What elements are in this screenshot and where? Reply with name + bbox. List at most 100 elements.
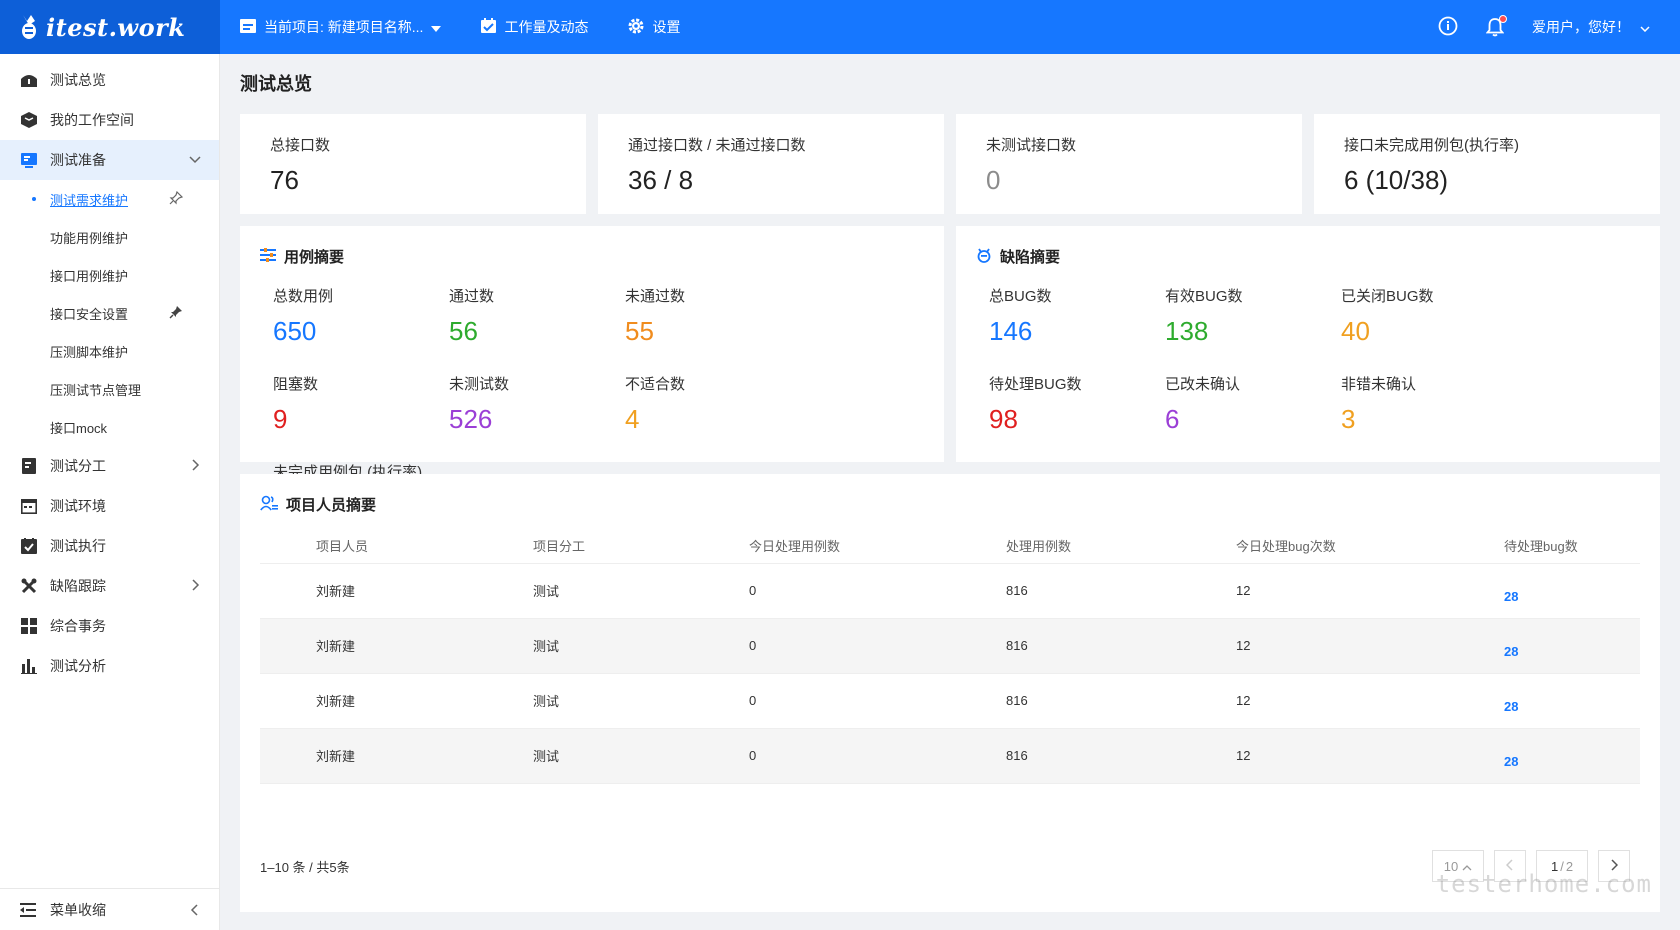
bug-summary-panel: 缺陷摘要 总BUG数 146 有效BUG数 138 已关闭BUG数 40 待处理BUG数 98… bbox=[956, 226, 1660, 462]
collapse-menu-label: 菜单收缩 bbox=[50, 901, 106, 918]
sidebar-item-execution[interactable]: 测试执行 bbox=[0, 526, 219, 566]
chevron-left-icon bbox=[189, 903, 201, 919]
sidebar-item-affairs[interactable]: 综合事务 bbox=[0, 606, 219, 646]
page-size-select[interactable]: 10 bbox=[1432, 850, 1484, 882]
page-size-value: 10 bbox=[1443, 858, 1459, 874]
next-page-button[interactable] bbox=[1598, 850, 1630, 882]
people-table: 项目人员 项目分工 今日处理用例数 处理用例数 今日处理bug次数 待处理bug… bbox=[260, 529, 1640, 784]
metric-value: 9 bbox=[273, 404, 288, 434]
table-cell: 测试 bbox=[533, 728, 749, 784]
sidebar-item-environment[interactable]: 测试环境 bbox=[0, 486, 219, 526]
table-row[interactable]: 刘新建 测试 0 816 12 28 bbox=[260, 563, 1640, 619]
sidebar-subitem-load-nodes[interactable]: 压测试节点管理 bbox=[0, 370, 219, 408]
sliders-icon bbox=[260, 247, 276, 266]
sidebar-subitem-api-security[interactable]: 接口安全设置 bbox=[0, 294, 219, 332]
column-header[interactable]: 项目人员 bbox=[260, 529, 533, 564]
table-cell: 12 bbox=[1236, 618, 1504, 674]
table-cell: 0 bbox=[749, 673, 1006, 729]
sidebar-item-defects[interactable]: 缺陷跟踪 bbox=[0, 566, 219, 606]
sidebar-subitem-api-cases[interactable]: 接口用例维护 bbox=[0, 256, 219, 294]
metric-label: 不适合数 bbox=[625, 376, 686, 393]
metric-value: 4 bbox=[625, 404, 640, 434]
user-menu[interactable]: 爱用户，您好！ bbox=[1532, 17, 1650, 37]
sidebar-item-test-prep[interactable]: 测试准备 bbox=[0, 140, 219, 180]
pending-bug-link[interactable]: 28 bbox=[1504, 673, 1640, 729]
notification-bell-icon[interactable] bbox=[1486, 15, 1507, 37]
metric-item: 通过数 56 bbox=[449, 285, 625, 373]
metric-label: 待处理BUG数 bbox=[989, 376, 1082, 393]
pending-bug-link[interactable]: 28 bbox=[1504, 728, 1640, 784]
table-row[interactable]: 刘新建 测试 0 816 12 28 bbox=[260, 618, 1640, 674]
pin-outline-icon[interactable] bbox=[169, 190, 184, 208]
metric-label: 已关闭BUG数 bbox=[1341, 288, 1434, 305]
metric-label: 总数用例 bbox=[273, 288, 334, 305]
metric-label: 未测试数 bbox=[449, 376, 510, 393]
sidebar-subitem-label: 压测试节点管理 bbox=[50, 382, 142, 398]
pending-bug-link[interactable]: 28 bbox=[1504, 563, 1640, 619]
metric-label: 阻塞数 bbox=[273, 376, 319, 393]
column-header[interactable]: 今日处理bug次数 bbox=[1236, 529, 1504, 564]
bug-icon bbox=[976, 247, 992, 267]
table-cell: 0 bbox=[749, 563, 1006, 619]
table-cell: 测试 bbox=[533, 673, 749, 729]
metric-item: 未测试数 526 bbox=[449, 373, 625, 461]
settings-nav[interactable]: 设置 bbox=[628, 17, 680, 37]
table-cell: 0 bbox=[749, 728, 1006, 784]
sidebar-item-label: 测试分析 bbox=[50, 658, 106, 674]
metric-value-wrap: 55 bbox=[625, 316, 801, 347]
table-cell: 816 bbox=[1006, 728, 1236, 784]
metric-label: 通过数 bbox=[449, 288, 495, 305]
calendar-check-icon bbox=[481, 18, 497, 36]
table-cell: 刘新建 bbox=[260, 673, 533, 729]
table-cell: 刘新建 bbox=[260, 563, 533, 619]
people-summary-panel: 项目人员摘要 项目人员 项目分工 今日处理用例数 处理用例数 今日处理bug次数… bbox=[240, 474, 1660, 912]
pin-filled-icon[interactable] bbox=[169, 305, 183, 322]
metric-value-wrap: 650 bbox=[273, 316, 449, 347]
sidebar-subitem-api-mock[interactable]: 接口mock bbox=[0, 408, 219, 446]
column-header[interactable]: 今日处理用例数 bbox=[749, 529, 1006, 564]
column-header[interactable]: 项目分工 bbox=[533, 529, 749, 564]
sidebar-subitem-functional-cases[interactable]: 功能用例维护 bbox=[0, 218, 219, 256]
sidebar-item-overview[interactable]: 测试总览 bbox=[0, 60, 219, 100]
sidebar-item-analysis[interactable]: 测试分析 bbox=[0, 646, 219, 686]
sidebar-item-workspace[interactable]: 我的工作空间 bbox=[0, 100, 219, 140]
brand-logo[interactable]: itest.work bbox=[0, 0, 220, 54]
help-icon[interactable] bbox=[1438, 16, 1458, 39]
sidebar-subitem-load-scripts[interactable]: 压测脚本维护 bbox=[0, 332, 219, 370]
prev-page-button[interactable] bbox=[1494, 850, 1526, 882]
stat-card-incomplete-packages: 接口未完成用例包(执行率) 6 (10/38) bbox=[1314, 114, 1660, 214]
metric-item: 不适合数 4 bbox=[625, 373, 801, 461]
sidebar-item-division[interactable]: 测试分工 bbox=[0, 446, 219, 486]
metric-value-wrap: 40 bbox=[1341, 316, 1517, 347]
users-icon bbox=[260, 495, 278, 515]
column-header[interactable]: 处理用例数 bbox=[1006, 529, 1236, 564]
collapse-menu-button[interactable]: 菜单收缩 bbox=[0, 888, 219, 930]
current-project-label: 当前项目: 新建项目名称... bbox=[264, 19, 424, 35]
settings-label: 设置 bbox=[652, 19, 681, 35]
pending-bug-link[interactable]: 28 bbox=[1504, 618, 1640, 674]
table-row[interactable]: 刘新建 测试 0 816 12 28 bbox=[260, 728, 1640, 784]
sidebar-item-label: 综合事务 bbox=[50, 618, 106, 634]
metric-value: 526 bbox=[449, 404, 493, 434]
metric-value: 138 bbox=[1165, 316, 1209, 346]
table-cell: 刘新建 bbox=[260, 618, 533, 674]
workload-nav[interactable]: 工作量及动态 bbox=[481, 17, 588, 37]
column-header[interactable]: 待处理bug数 bbox=[1504, 529, 1640, 564]
current-project-dropdown[interactable]: 当前项目: 新建项目名称... bbox=[240, 17, 442, 37]
current-page: 1 bbox=[1550, 858, 1559, 874]
stat-cards: 总接口数 76 通过接口数 / 未通过接口数 36 / 8 未测试接口数 0 接… bbox=[240, 114, 1660, 214]
table-cell: 测试 bbox=[533, 563, 749, 619]
sidebar-item-label: 缺陷跟踪 bbox=[50, 578, 106, 594]
tools-icon bbox=[20, 577, 38, 595]
sidebar-item-label: 测试总览 bbox=[50, 72, 106, 88]
dashboard-icon bbox=[20, 71, 38, 89]
table-row[interactable]: 刘新建 测试 0 816 12 28 bbox=[260, 673, 1640, 729]
metric-label: 非错未确认 bbox=[1341, 376, 1417, 393]
sidebar: 测试总览 我的工作空间 测试准备 测试需求维护 功能用例维护 接口用例维护 接口… bbox=[0, 54, 220, 930]
chevron-right-icon bbox=[189, 578, 201, 594]
metric-value: 146 bbox=[989, 316, 1033, 346]
sidebar-subitem-requirements[interactable]: 测试需求维护 bbox=[0, 180, 219, 218]
sidebar-subitem-label: 功能用例维护 bbox=[50, 230, 129, 246]
page-indicator[interactable]: 1 / 2 bbox=[1536, 850, 1588, 882]
gear-icon bbox=[628, 18, 644, 37]
